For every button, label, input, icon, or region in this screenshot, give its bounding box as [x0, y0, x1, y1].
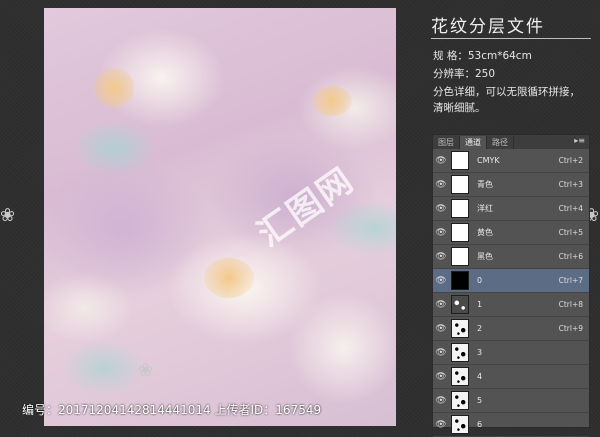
flower-icon: ❀ — [0, 205, 16, 226]
channel-row[interactable]: 👁 洋红 Ctrl+4 — [433, 197, 589, 221]
channel-thumbnail — [451, 343, 469, 362]
page-title: 花纹分层文件 — [431, 17, 545, 37]
tab-layers[interactable]: 图层 — [433, 136, 460, 149]
channel-name: 黄色 — [477, 228, 493, 237]
visibility-eye-icon[interactable]: 👁 — [433, 420, 449, 430]
spec-resolution: 分辨率：250 — [433, 68, 496, 80]
spec-description: 分色详细，可以无限循环拼接， — [433, 86, 580, 98]
channel-shortcut: Ctrl+8 — [558, 300, 583, 309]
flower-stamen — [312, 86, 352, 116]
channel-thumbnail — [451, 199, 469, 218]
visibility-eye-icon[interactable]: 👁 — [433, 348, 449, 358]
channel-thumbnail — [451, 367, 469, 386]
visibility-eye-icon[interactable]: 👁 — [433, 228, 449, 238]
visibility-eye-icon[interactable]: 👁 — [433, 156, 449, 166]
panel-tab-bar: 图层 通道 路径 ▸≡ — [433, 135, 589, 149]
channel-shortcut: Ctrl+4 — [558, 204, 583, 213]
channel-thumbnail — [451, 295, 469, 314]
flower-stamen — [204, 258, 254, 298]
channel-row[interactable]: 👁 黄色 Ctrl+5 — [433, 221, 589, 245]
channel-thumbnail — [451, 247, 469, 266]
visibility-eye-icon[interactable]: 👁 — [433, 180, 449, 190]
channel-name: 洋红 — [477, 204, 493, 213]
visibility-eye-icon[interactable]: 👁 — [433, 372, 449, 382]
channel-shortcut: Ctrl+6 — [558, 252, 583, 261]
channel-thumbnail — [451, 151, 469, 170]
visibility-eye-icon[interactable]: 👁 — [433, 396, 449, 406]
tab-paths[interactable]: 路径 — [487, 136, 514, 149]
channel-shortcut: Ctrl+2 — [558, 156, 583, 165]
channel-row[interactable]: 👁 2 Ctrl+9 — [433, 317, 589, 341]
channel-row[interactable]: 👁 5 — [433, 389, 589, 413]
channels-panel: 图层 通道 路径 ▸≡ 👁 CMYK Ctrl+2 👁 青色 Ctrl+3 👁 洋红 Ctrl+… — [432, 134, 590, 437]
flower-stamen — [94, 68, 134, 108]
title-divider — [431, 38, 591, 39]
channel-name: 6 — [477, 420, 483, 429]
visibility-eye-icon[interactable]: 👁 — [433, 276, 449, 286]
pattern-preview-image — [44, 8, 396, 426]
channel-shortcut: Ctrl+5 — [558, 228, 583, 237]
channel-thumbnail — [451, 271, 469, 290]
channel-thumbnail — [451, 415, 469, 434]
channel-row[interactable]: 👁 0 Ctrl+7 — [433, 269, 589, 293]
spec-size: 规 格：53cm*64cm — [433, 50, 532, 62]
channel-shortcut: Ctrl+7 — [558, 276, 583, 285]
flower-icon: ❀ — [138, 360, 154, 381]
channel-name: 0 — [477, 276, 483, 285]
channel-list: 👁 CMYK Ctrl+2 👁 青色 Ctrl+3 👁 洋红 Ctrl+4 👁 黄色 Ctrl+5 👁 黑… — [433, 149, 589, 437]
channel-name: 黑色 — [477, 252, 493, 261]
channel-name: 2 — [477, 324, 483, 333]
panel-menu-icon[interactable]: ▸≡ — [574, 136, 585, 145]
file-id-caption: 编号：20171204142814441014 上传者ID：167549 — [22, 403, 322, 417]
channel-row[interactable]: 👁 黑色 Ctrl+6 — [433, 245, 589, 269]
spec-description-cont: 清晰细腻。 — [433, 102, 486, 114]
channel-name: 4 — [477, 372, 483, 381]
channel-thumbnail — [451, 319, 469, 338]
channel-thumbnail — [451, 391, 469, 410]
channel-shortcut: Ctrl+3 — [558, 180, 583, 189]
channel-name: 1 — [477, 300, 483, 309]
channel-row[interactable]: 👁 CMYK Ctrl+2 — [433, 149, 589, 173]
channel-row[interactable]: 👁 3 — [433, 341, 589, 365]
channel-row[interactable]: 👁 青色 Ctrl+3 — [433, 173, 589, 197]
visibility-eye-icon[interactable]: 👁 — [433, 300, 449, 310]
channel-row[interactable]: 👁 4 — [433, 365, 589, 389]
channel-row[interactable]: 👁 1 Ctrl+8 — [433, 293, 589, 317]
tab-channels[interactable]: 通道 — [460, 136, 487, 149]
channel-name: 3 — [477, 348, 483, 357]
channel-name: 5 — [477, 396, 483, 405]
visibility-eye-icon[interactable]: 👁 — [433, 252, 449, 262]
channel-row[interactable]: 👁 6 — [433, 413, 589, 437]
channel-shortcut: Ctrl+9 — [558, 324, 583, 333]
channel-name: 青色 — [477, 180, 493, 189]
channel-thumbnail — [451, 175, 469, 194]
channel-name: CMYK — [477, 156, 500, 165]
visibility-eye-icon[interactable]: 👁 — [433, 324, 449, 334]
visibility-eye-icon[interactable]: 👁 — [433, 204, 449, 214]
channel-thumbnail — [451, 223, 469, 242]
